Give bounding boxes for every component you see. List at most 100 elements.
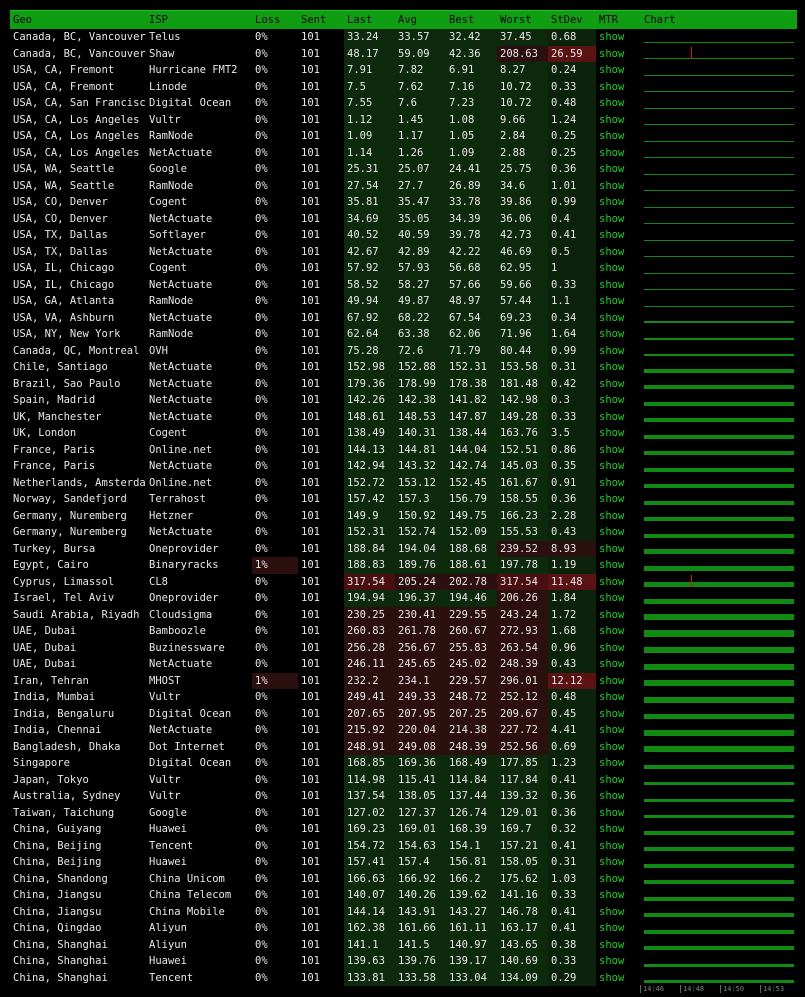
header-worst[interactable]: Worst xyxy=(497,10,548,29)
mtr-show-link[interactable]: show xyxy=(599,460,624,472)
cell-avg: 189.76 xyxy=(395,557,446,574)
mtr-show-link[interactable]: show xyxy=(599,163,624,175)
mtr-show-link[interactable]: show xyxy=(599,889,624,901)
mtr-show-link[interactable]: show xyxy=(599,328,624,340)
mtr-show-link[interactable]: show xyxy=(599,477,624,489)
header-stdev[interactable]: StDev xyxy=(548,10,596,29)
mtr-show-link[interactable]: show xyxy=(599,279,624,291)
mtr-show-link[interactable]: show xyxy=(599,757,624,769)
table-row: Germany, Nuremberg Hetzner 0% 101 149.9 150.9… xyxy=(10,507,797,524)
mtr-show-link[interactable]: show xyxy=(599,658,624,670)
cell-worst: 158.05 xyxy=(497,854,548,871)
mtr-show-link[interactable]: show xyxy=(599,873,624,885)
cell-geo: Israel, Tel Aviv xyxy=(13,592,115,605)
mtr-show-link[interactable]: show xyxy=(599,114,624,126)
mtr-show-link[interactable]: show xyxy=(599,675,624,687)
cell-worst: 9.66 xyxy=(497,111,548,128)
cell-loss: 0% xyxy=(255,575,268,588)
cell-stdev: 3.5 xyxy=(548,425,596,442)
mtr-show-link[interactable]: show xyxy=(599,31,624,43)
mtr-show-link[interactable]: show xyxy=(599,559,624,571)
header-loss[interactable]: Loss xyxy=(252,10,298,29)
cell-stdev: 0.25 xyxy=(548,144,596,161)
cell-mtr: show xyxy=(596,854,641,871)
mtr-show-link[interactable]: show xyxy=(599,955,624,967)
header-sent[interactable]: Sent xyxy=(298,10,344,29)
header-geo[interactable]: Geo xyxy=(10,10,146,29)
mtr-show-link[interactable]: show xyxy=(599,147,624,159)
mtr-show-link[interactable]: show xyxy=(599,939,624,951)
cell-geo: USA, CA, San Francisco xyxy=(13,97,146,110)
table-row: USA, NY, New York RamNode 0% 101 62.64 63.38 6… xyxy=(10,326,797,343)
mtr-show-link[interactable]: show xyxy=(599,609,624,621)
cell-best: 229.57 xyxy=(446,672,497,689)
mtr-show-link[interactable]: show xyxy=(599,906,624,918)
cell-best: 168.39 xyxy=(446,821,497,838)
mtr-show-link[interactable]: show xyxy=(599,856,624,868)
cell-isp: Vultr xyxy=(149,691,181,704)
cell-last: 260.83 xyxy=(344,623,395,640)
latency-sparkline xyxy=(644,272,794,274)
mtr-show-link[interactable]: show xyxy=(599,130,624,142)
mtr-show-link[interactable]: show xyxy=(599,229,624,241)
cell-mtr: show xyxy=(596,425,641,442)
mtr-show-link[interactable]: show xyxy=(599,691,624,703)
latency-sparkline xyxy=(644,41,794,43)
mtr-show-link[interactable]: show xyxy=(599,840,624,852)
cell-sent: 101 xyxy=(301,64,320,77)
header-best[interactable]: Best xyxy=(446,10,497,29)
mtr-show-link[interactable]: show xyxy=(599,724,624,736)
mtr-show-link[interactable]: show xyxy=(599,262,624,274)
mtr-show-link[interactable]: show xyxy=(599,196,624,208)
mtr-show-link[interactable]: show xyxy=(599,774,624,786)
table-row: USA, VA, Ashburn NetActuate 0% 101 67.92 68.2… xyxy=(10,309,797,326)
mtr-show-link[interactable]: show xyxy=(599,444,624,456)
mtr-show-link[interactable]: show xyxy=(599,97,624,109)
mtr-show-link[interactable]: show xyxy=(599,295,624,307)
mtr-show-link[interactable]: show xyxy=(599,246,624,258)
mtr-show-link[interactable]: show xyxy=(599,180,624,192)
mtr-show-link[interactable]: show xyxy=(599,592,624,604)
cell-avg: 207.95 xyxy=(395,705,446,722)
cell-isp: RamNode xyxy=(149,130,194,143)
header-last[interactable]: Last xyxy=(344,10,395,29)
mtr-show-link[interactable]: show xyxy=(599,394,624,406)
mtr-show-link[interactable]: show xyxy=(599,922,624,934)
table-row: China, Guiyang Huawei 0% 101 169.23 169.01 168… xyxy=(10,821,797,838)
mtr-show-link[interactable]: show xyxy=(599,378,624,390)
latency-sparkline xyxy=(644,467,794,472)
mtr-show-link[interactable]: show xyxy=(599,741,624,753)
cell-loss: 0% xyxy=(255,658,268,671)
mtr-show-link[interactable]: show xyxy=(599,526,624,538)
mtr-show-link[interactable]: show xyxy=(599,807,624,819)
mtr-show-link[interactable]: show xyxy=(599,361,624,373)
mtr-show-link[interactable]: show xyxy=(599,823,624,835)
cell-geo: Spain, Madrid xyxy=(13,394,96,407)
mtr-show-link[interactable]: show xyxy=(599,576,624,588)
mtr-show-link[interactable]: show xyxy=(599,81,624,93)
mtr-show-link[interactable]: show xyxy=(599,48,624,60)
header-isp[interactable]: ISP xyxy=(146,10,252,29)
cell-isp: NetActuate xyxy=(149,410,213,423)
mtr-show-link[interactable]: show xyxy=(599,213,624,225)
table-row: Singapore Digital Ocean 0% 101 168.85 169.36 1… xyxy=(10,755,797,772)
mtr-show-link[interactable]: show xyxy=(599,543,624,555)
mtr-show-link[interactable]: show xyxy=(599,625,624,637)
cell-stdev: 0.41 xyxy=(548,920,596,937)
mtr-show-link[interactable]: show xyxy=(599,708,624,720)
header-chart[interactable]: Chart xyxy=(641,10,797,29)
mtr-show-link[interactable]: show xyxy=(599,345,624,357)
header-avg[interactable]: Avg xyxy=(395,10,446,29)
mtr-show-link[interactable]: show xyxy=(599,972,624,984)
header-mtr[interactable]: MTR xyxy=(596,10,641,29)
mtr-show-link[interactable]: show xyxy=(599,411,624,423)
mtr-show-link[interactable]: show xyxy=(599,510,624,522)
mtr-show-link[interactable]: show xyxy=(599,642,624,654)
cell-geo: Bangladesh, Dhaka xyxy=(13,740,121,753)
mtr-show-link[interactable]: show xyxy=(599,790,624,802)
mtr-show-link[interactable]: show xyxy=(599,312,624,324)
cell-sent: 101 xyxy=(301,245,320,258)
mtr-show-link[interactable]: show xyxy=(599,427,624,439)
mtr-show-link[interactable]: show xyxy=(599,64,624,76)
mtr-show-link[interactable]: show xyxy=(599,493,624,505)
